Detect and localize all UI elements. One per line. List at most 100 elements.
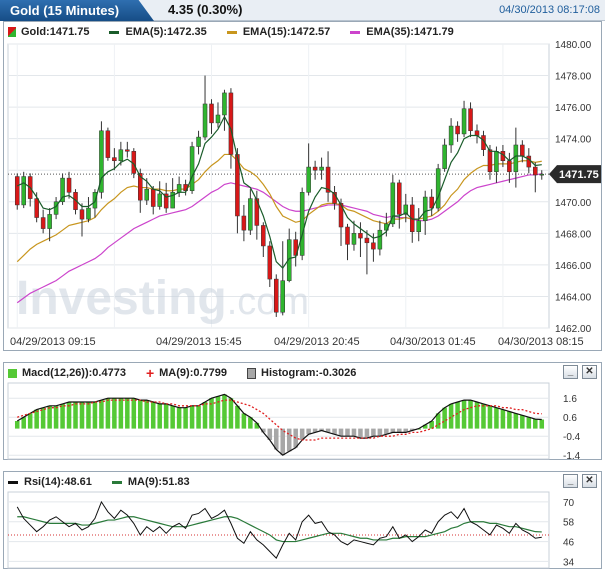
candle-body xyxy=(390,182,396,225)
candle-body xyxy=(416,220,421,233)
candle-body xyxy=(228,92,234,155)
macd-bar xyxy=(533,419,538,429)
candle-body xyxy=(487,149,493,173)
candle-body xyxy=(455,125,460,135)
macd-bar xyxy=(461,400,467,429)
macd-bar xyxy=(526,417,532,429)
chart-title: Gold (15 Minutes) xyxy=(0,0,154,21)
candle-body xyxy=(513,144,519,173)
macd-bar xyxy=(377,428,383,437)
candle-body xyxy=(351,233,357,245)
candle-body xyxy=(209,103,214,124)
candle-body xyxy=(306,166,311,193)
candle-body xyxy=(14,176,20,206)
macd-bar xyxy=(358,428,363,439)
candle-body xyxy=(241,215,247,231)
y-tick-label: 1462.00 xyxy=(555,324,592,335)
macd-panel: Macd(12,26)):0.4773 + MA(9):0.7799 Histo… xyxy=(3,362,603,462)
macd-bar xyxy=(280,428,286,456)
candle-body xyxy=(533,166,538,176)
rsi-chart-svg[interactable]: 70 58 46 34 xyxy=(4,472,603,570)
rsi-y-tick-label: 58 xyxy=(563,518,575,529)
macd-bar xyxy=(286,428,292,452)
macd-bar xyxy=(144,400,150,429)
candle-body xyxy=(422,196,428,221)
candle-body xyxy=(176,184,182,193)
macd-bar xyxy=(507,411,512,429)
macd-y-tick-label: -0.4 xyxy=(563,432,581,443)
price-chart-svg[interactable]: 1480.001478.001476.001474.001472.001470.… xyxy=(4,22,603,352)
macd-bar xyxy=(442,407,447,429)
macd-bar xyxy=(73,402,78,429)
candle-body xyxy=(319,166,324,171)
candle-body xyxy=(474,130,480,136)
timestamp: 04/30/2013 08:17:08 xyxy=(499,4,600,16)
macd-bar xyxy=(163,403,169,429)
rsi-y-tick-label: 46 xyxy=(563,538,575,549)
macd-bar xyxy=(455,402,460,429)
macd-bar xyxy=(183,407,188,429)
current-price-label: 1471.75 xyxy=(559,169,599,181)
macd-bar xyxy=(235,405,240,429)
macd-bar xyxy=(112,398,117,429)
macd-bar xyxy=(138,400,143,429)
macd-bar xyxy=(60,403,65,429)
macd-bar xyxy=(189,405,195,429)
macd-bar xyxy=(14,421,20,429)
candle-body xyxy=(118,149,124,162)
candle-body xyxy=(79,209,85,220)
macd-bar xyxy=(131,398,137,429)
macd-bar xyxy=(371,428,376,437)
candle-body xyxy=(86,207,91,220)
candle-body xyxy=(345,226,350,245)
candle-body xyxy=(526,155,532,168)
rsi-plot-area xyxy=(7,491,550,569)
candle-body xyxy=(280,280,285,313)
candle-body xyxy=(274,278,279,313)
y-tick-label: 1476.00 xyxy=(555,103,592,114)
candle-body xyxy=(21,176,26,206)
candle-body xyxy=(222,92,227,116)
rsi-y-tick-label: 34 xyxy=(563,557,575,568)
y-tick-label: 1468.00 xyxy=(555,229,592,240)
candle-body xyxy=(144,188,150,201)
macd-bar xyxy=(157,403,162,429)
macd-bar xyxy=(40,407,46,429)
candle-body xyxy=(435,168,441,209)
candle-body xyxy=(196,136,201,147)
macd-bar xyxy=(79,402,85,429)
candle-body xyxy=(157,193,162,207)
candle-body xyxy=(461,108,467,135)
macd-bar xyxy=(105,398,111,429)
candle-body xyxy=(267,245,273,280)
macd-chart-svg[interactable]: 1.6 0.6 -0.4 -1.4 xyxy=(4,363,603,462)
macd-bar xyxy=(338,428,344,437)
macd-bar xyxy=(494,407,499,429)
macd-bar xyxy=(481,403,486,429)
macd-bar xyxy=(513,413,519,429)
candle-body xyxy=(377,229,383,250)
watermark-suffix: .com xyxy=(227,281,309,323)
watermark-brand: Investing xyxy=(16,272,227,325)
macd-bar xyxy=(99,400,104,429)
macd-bar xyxy=(34,409,39,429)
y-tick-label: 1464.00 xyxy=(555,292,592,303)
macd-y-tick-label: 1.6 xyxy=(563,394,577,405)
candle-body xyxy=(66,177,72,193)
price-panel: Gold:1471.75 EMA(5):1472.35 EMA(15):1472… xyxy=(3,21,602,351)
candle-body xyxy=(125,149,130,152)
macd-bar xyxy=(118,398,124,429)
x-tick-label: 04/29/2013 15:45 xyxy=(156,336,242,348)
candle-body xyxy=(215,114,221,124)
candle-body xyxy=(364,237,370,244)
macd-bar xyxy=(500,409,506,429)
x-tick-label: 04/30/2013 08:15 xyxy=(498,336,584,348)
candle-body xyxy=(112,157,117,162)
macd-bar xyxy=(539,419,545,429)
candle-body xyxy=(47,214,52,229)
candle-body xyxy=(150,188,156,207)
macd-bar xyxy=(86,402,91,429)
y-tick-label: 1474.00 xyxy=(555,135,592,146)
candle-body xyxy=(189,146,195,191)
macd-bar xyxy=(351,428,357,437)
